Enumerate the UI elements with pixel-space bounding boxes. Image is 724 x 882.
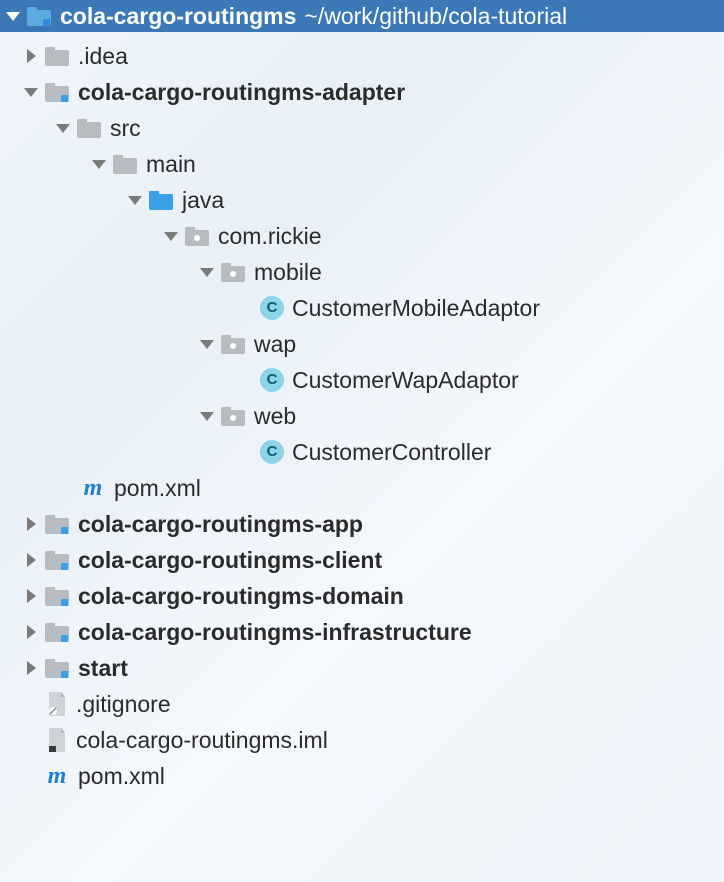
tree-item-app[interactable]: cola-cargo-routingms-app xyxy=(0,506,724,542)
chevron-right-icon xyxy=(22,551,40,569)
module-folder-icon xyxy=(44,549,70,571)
maven-icon: m xyxy=(44,758,70,794)
tree-label: cola-cargo-routingms-adapter xyxy=(78,74,405,110)
chevron-down-icon xyxy=(54,119,72,137)
tree-label: com.rickie xyxy=(218,218,322,254)
module-folder-icon xyxy=(44,585,70,607)
tree-item-class-mobile[interactable]: C CustomerMobileAdaptor xyxy=(0,290,724,326)
package-icon xyxy=(220,405,246,427)
tree-label: cola-cargo-routingms-infrastructure xyxy=(78,614,472,650)
chevron-down-icon xyxy=(162,227,180,245)
class-icon: C xyxy=(260,296,284,320)
tree-label: CustomerWapAdaptor xyxy=(292,362,519,398)
tree-label: web xyxy=(254,398,296,434)
file-icon xyxy=(46,692,68,716)
project-name: cola-cargo-routingms xyxy=(60,3,296,30)
tree-label: java xyxy=(182,182,224,218)
tree-item-class-web[interactable]: C CustomerController xyxy=(0,434,724,470)
folder-icon xyxy=(112,153,138,175)
tree-item-main[interactable]: main xyxy=(0,146,724,182)
class-icon: C xyxy=(260,440,284,464)
package-icon xyxy=(220,261,246,283)
folder-icon xyxy=(76,117,102,139)
chevron-right-icon xyxy=(22,47,40,65)
project-header[interactable]: cola-cargo-routingms ~/work/github/cola-… xyxy=(0,0,724,32)
tree-label: pom.xml xyxy=(114,470,201,506)
chevron-down-icon xyxy=(22,83,40,101)
module-folder-icon xyxy=(44,657,70,679)
project-tree: .idea cola-cargo-routingms-adapter src m… xyxy=(0,32,724,794)
chevron-right-icon xyxy=(22,515,40,533)
tree-label: cola-cargo-routingms-app xyxy=(78,506,363,542)
chevron-right-icon xyxy=(22,587,40,605)
chevron-down-icon xyxy=(198,407,216,425)
tree-label: src xyxy=(110,110,141,146)
chevron-right-icon xyxy=(22,623,40,641)
tree-label: mobile xyxy=(254,254,322,290)
tree-item-java[interactable]: java xyxy=(0,182,724,218)
tree-item-domain[interactable]: cola-cargo-routingms-domain xyxy=(0,578,724,614)
chevron-right-icon xyxy=(22,659,40,677)
tree-item-package[interactable]: com.rickie xyxy=(0,218,724,254)
tree-label: cola-cargo-routingms-client xyxy=(78,542,382,578)
tree-label: CustomerController xyxy=(292,434,491,470)
tree-item-gitignore[interactable]: .gitignore xyxy=(0,686,724,722)
module-folder-icon xyxy=(44,513,70,535)
tree-item-wap[interactable]: wap xyxy=(0,326,724,362)
class-icon: C xyxy=(260,368,284,392)
chevron-down-icon xyxy=(126,191,144,209)
tree-label: main xyxy=(146,146,196,182)
tree-label: start xyxy=(78,650,128,686)
tree-item-infrastructure[interactable]: cola-cargo-routingms-infrastructure xyxy=(0,614,724,650)
module-folder-icon xyxy=(44,621,70,643)
tree-item-web[interactable]: web xyxy=(0,398,724,434)
file-icon xyxy=(46,728,68,752)
tree-label: pom.xml xyxy=(78,758,165,794)
tree-label: cola-cargo-routingms.iml xyxy=(76,722,328,758)
chevron-down-icon xyxy=(198,263,216,281)
tree-item-mobile[interactable]: mobile xyxy=(0,254,724,290)
tree-item-class-wap[interactable]: C CustomerWapAdaptor xyxy=(0,362,724,398)
tree-label: cola-cargo-routingms-domain xyxy=(78,578,404,614)
folder-icon xyxy=(44,45,70,67)
tree-item-adapter[interactable]: cola-cargo-routingms-adapter xyxy=(0,74,724,110)
module-folder-icon xyxy=(26,5,52,27)
tree-label: CustomerMobileAdaptor xyxy=(292,290,540,326)
tree-item-start[interactable]: start xyxy=(0,650,724,686)
package-icon xyxy=(184,225,210,247)
tree-item-src[interactable]: src xyxy=(0,110,724,146)
tree-item-adapter-pom[interactable]: m pom.xml xyxy=(0,470,724,506)
chevron-down-icon xyxy=(6,12,20,21)
module-folder-icon xyxy=(44,81,70,103)
package-icon xyxy=(220,333,246,355)
tree-item-root-pom[interactable]: m pom.xml xyxy=(0,758,724,794)
chevron-down-icon xyxy=(198,335,216,353)
tree-label: wap xyxy=(254,326,296,362)
maven-icon: m xyxy=(80,470,106,506)
tree-item-iml[interactable]: cola-cargo-routingms.iml xyxy=(0,722,724,758)
chevron-down-icon xyxy=(90,155,108,173)
project-path: ~/work/github/cola-tutorial xyxy=(304,3,567,30)
tree-label: .gitignore xyxy=(76,686,171,722)
tree-item-idea[interactable]: .idea xyxy=(0,38,724,74)
source-folder-icon xyxy=(148,189,174,211)
tree-item-client[interactable]: cola-cargo-routingms-client xyxy=(0,542,724,578)
tree-label: .idea xyxy=(78,38,128,74)
